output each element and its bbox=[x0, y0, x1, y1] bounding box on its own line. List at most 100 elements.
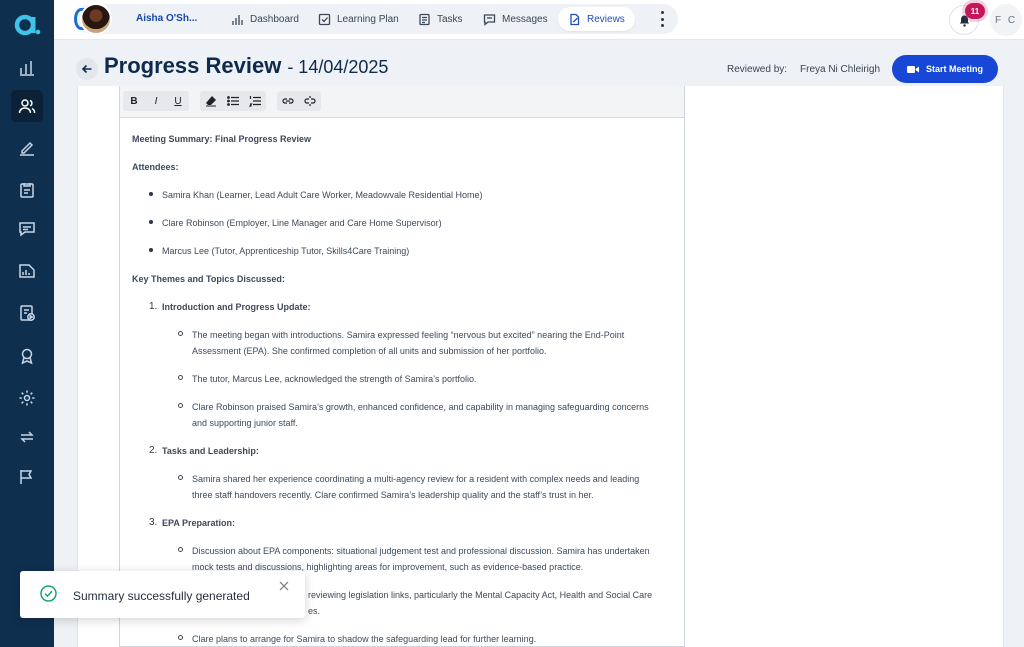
underline-button[interactable]: U bbox=[167, 91, 189, 111]
start-meeting-button[interactable]: Start Meeting bbox=[892, 55, 998, 83]
clipboard-icon bbox=[20, 183, 34, 198]
attendee-item: Marcus Lee (Tutor, Apprenticeship Tutor,… bbox=[162, 246, 410, 256]
sidebar bbox=[0, 0, 54, 647]
section-point: es. bbox=[308, 606, 321, 616]
sidebar-item-media[interactable] bbox=[11, 297, 43, 329]
link-icon bbox=[282, 98, 294, 104]
nav-dashboard-label: Dashboard bbox=[250, 13, 299, 25]
numbered-list-icon bbox=[249, 96, 261, 107]
attendees-label: Attendees: bbox=[132, 162, 179, 172]
sub-bullet-marker bbox=[178, 403, 183, 408]
nav-reviews[interactable]: Reviews bbox=[558, 7, 635, 31]
section-point: The meeting began with introductions. Sa… bbox=[192, 330, 625, 340]
checkbox-icon bbox=[318, 13, 331, 25]
link-group bbox=[277, 91, 321, 111]
format-group: B I U bbox=[123, 91, 189, 111]
gear-icon bbox=[19, 390, 35, 406]
bullet-list-button[interactable] bbox=[222, 91, 244, 111]
close-icon[interactable] bbox=[278, 580, 290, 592]
bar-chart-icon bbox=[20, 61, 34, 76]
unlink-icon bbox=[304, 96, 316, 106]
summary-content[interactable]: Meeting Summary: Final Progress Review A… bbox=[120, 118, 684, 644]
learner-name[interactable]: Aisha O'Sh... bbox=[136, 13, 197, 24]
nav-learning-plan[interactable]: Learning Plan bbox=[308, 7, 409, 31]
bullet-list-icon bbox=[227, 96, 239, 106]
summary-editor[interactable]: B I U Meeting Summary: Final Progress Re… bbox=[119, 86, 685, 647]
section-point: Assessment (EPA). She confirmed completi… bbox=[192, 346, 547, 356]
sidebar-item-sync[interactable] bbox=[11, 421, 43, 453]
sidebar-item-analytics[interactable] bbox=[11, 52, 43, 84]
flag-icon bbox=[20, 470, 33, 484]
sidebar-item-tasks[interactable] bbox=[11, 174, 43, 206]
sidebar-item-awards[interactable] bbox=[11, 340, 43, 372]
attendee-item: Clare Robinson (Employer, Line Manager a… bbox=[162, 218, 442, 228]
nav-learning-plan-label: Learning Plan bbox=[337, 13, 399, 25]
toast-message: Summary successfully generated bbox=[73, 589, 250, 603]
section-point: Samira shared her experience coordinatin… bbox=[192, 474, 640, 484]
summary-heading: Meeting Summary: Final Progress Review bbox=[132, 134, 312, 144]
section-point: reviewing legislation links, particularl… bbox=[308, 590, 653, 600]
bar-chart-icon bbox=[232, 14, 243, 25]
bullet-marker bbox=[149, 248, 153, 252]
editor-toolbar: B I U bbox=[120, 86, 684, 118]
sidebar-item-messages[interactable] bbox=[11, 213, 43, 245]
sync-icon bbox=[20, 431, 34, 443]
nav-messages-label: Messages bbox=[502, 13, 548, 25]
section-title: Introduction and Progress Update: bbox=[162, 302, 311, 312]
reviewer-name: Freya Ni Chleirigh bbox=[800, 64, 881, 75]
sub-bullet-marker bbox=[178, 331, 183, 336]
video-camera-icon bbox=[906, 65, 919, 73]
section-point: and supporting junior staff. bbox=[192, 418, 298, 428]
chat-icon bbox=[483, 13, 496, 26]
sub-bullet-marker bbox=[178, 375, 183, 380]
sub-bullet-marker bbox=[178, 635, 183, 640]
section-point: The tutor, Marcus Lee, acknowledged the … bbox=[192, 374, 477, 384]
section-point: Clare Robinson praised Samira’s growth, … bbox=[192, 402, 649, 412]
list-group bbox=[200, 91, 266, 111]
notifications-badge: 11 bbox=[965, 3, 985, 19]
users-icon bbox=[18, 99, 36, 114]
nav-tasks-label: Tasks bbox=[437, 13, 463, 25]
sidebar-item-settings[interactable] bbox=[11, 382, 43, 414]
page-title: Progress Review bbox=[104, 53, 282, 78]
sidebar-item-users[interactable] bbox=[11, 90, 43, 122]
pen-icon bbox=[20, 141, 34, 156]
sidebar-item-flags[interactable] bbox=[11, 461, 43, 493]
top-bar: Aisha O'Sh... Dashboard Learning Plan Ta… bbox=[54, 0, 1024, 40]
sidebar-item-reports[interactable] bbox=[11, 254, 43, 286]
italic-button[interactable]: I bbox=[145, 91, 167, 111]
section-title: Tasks and Leadership: bbox=[162, 446, 259, 456]
review-icon bbox=[570, 13, 580, 25]
eraser-icon bbox=[206, 96, 216, 107]
play-document-icon bbox=[20, 305, 35, 321]
learner-avatar[interactable] bbox=[80, 3, 112, 35]
section-title: EPA Preparation: bbox=[162, 518, 236, 528]
insert-link-button[interactable] bbox=[277, 91, 299, 111]
numbered-list-button[interactable] bbox=[244, 91, 266, 111]
chat-icon bbox=[19, 222, 35, 237]
award-icon bbox=[21, 348, 33, 365]
section-point: Clare plans to arrange for Samira to sha… bbox=[192, 634, 537, 644]
sidebar-item-edit[interactable] bbox=[11, 132, 43, 164]
section-point: three staff handovers recently. Clare co… bbox=[192, 490, 594, 500]
themes-label: Key Themes and Topics Discussed: bbox=[132, 274, 285, 284]
section-point: Discussion about EPA components: situati… bbox=[192, 546, 650, 556]
user-avatar[interactable]: F C bbox=[990, 4, 1022, 36]
brand-logo[interactable] bbox=[12, 10, 42, 40]
bold-button[interactable]: B bbox=[123, 91, 145, 111]
nav-tasks[interactable]: Tasks bbox=[408, 7, 473, 31]
document-icon bbox=[419, 13, 430, 25]
nav-messages[interactable]: Messages bbox=[473, 7, 558, 31]
success-toast: Summary successfully generated bbox=[20, 571, 305, 618]
arrow-left-icon bbox=[81, 64, 92, 74]
bullet-marker bbox=[149, 192, 153, 196]
section-number: 3. bbox=[149, 517, 158, 528]
clear-format-button[interactable] bbox=[200, 91, 222, 111]
more-options-icon[interactable] bbox=[657, 11, 667, 27]
bullet-marker bbox=[149, 220, 153, 224]
section-number: 2. bbox=[149, 445, 158, 456]
back-button[interactable] bbox=[76, 58, 98, 80]
nav-dashboard[interactable]: Dashboard bbox=[221, 7, 309, 31]
page-title-row: Progress Review - 14/04/2025 bbox=[104, 53, 388, 79]
unlink-button[interactable] bbox=[299, 91, 321, 111]
